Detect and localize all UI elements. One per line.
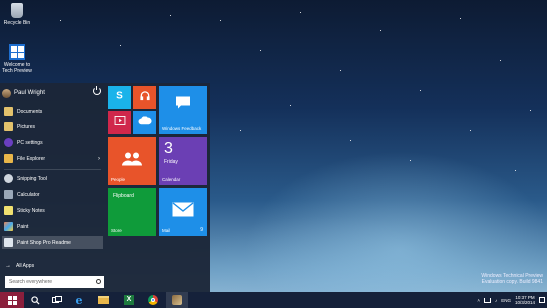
search-icon[interactable] <box>96 279 101 284</box>
desktop-icon-label: Welcome to Tech Preview <box>2 62 32 74</box>
scissors-icon <box>4 174 13 183</box>
menu-item-label: Calculator <box>17 191 40 198</box>
tile-people[interactable]: People <box>108 137 156 185</box>
tile-onedrive[interactable] <box>133 111 156 134</box>
paint-palette-icon <box>4 222 13 231</box>
headphones-icon <box>139 90 150 102</box>
video-icon <box>114 116 125 126</box>
envelope-icon <box>172 202 194 218</box>
start-menu-left-column: Paul Wright Documents Pictures PC settin… <box>0 83 105 292</box>
search-placeholder: Search everywhere <box>9 279 53 285</box>
cloud-icon <box>138 116 152 126</box>
file-explorer-icon <box>4 154 13 163</box>
action-center-icon[interactable] <box>539 297 545 303</box>
start-menu: Paul Wright Documents Pictures PC settin… <box>0 83 210 292</box>
menu-item-paint[interactable]: Paint <box>2 220 103 233</box>
tile-mail[interactable]: Mail 9 <box>159 188 207 236</box>
task-view-button[interactable] <box>46 292 68 308</box>
avatar <box>2 88 11 98</box>
menu-item-label: Paint Shop Pro Readme <box>17 239 71 246</box>
taskbar-chrome[interactable] <box>142 292 164 308</box>
search-icon <box>30 295 40 305</box>
tile-video[interactable] <box>108 111 131 134</box>
paint-shop-pro-icon <box>172 295 182 305</box>
recycle-bin-icon <box>11 3 23 18</box>
tile-label: Calendar <box>162 177 181 182</box>
welcome-desktop-icon[interactable]: Welcome to Tech Preview <box>0 44 34 74</box>
windows-logo-icon <box>9 44 25 60</box>
internet-explorer-icon: e <box>75 293 83 307</box>
document-icon <box>4 238 13 247</box>
clock-date: 10/3/2014 <box>514 300 535 305</box>
network-icon[interactable] <box>483 297 491 303</box>
tile-label: People <box>111 177 126 182</box>
taskbar-internet-explorer[interactable]: e <box>68 292 90 308</box>
language-indicator[interactable]: ENG <box>501 298 511 303</box>
power-icon[interactable] <box>93 86 101 95</box>
system-tray: ˄ ♪ ENG 10:37 PM 10/3/2014 <box>473 292 545 308</box>
menu-item-label: File Explorer <box>17 155 46 162</box>
menu-item-label: PC settings <box>17 139 43 146</box>
sticky-note-icon <box>4 206 13 215</box>
excel-icon: X <box>124 295 134 305</box>
all-apps-label: All Apps <box>16 263 35 269</box>
folder-icon <box>4 107 13 116</box>
task-view-icon <box>52 296 62 303</box>
menu-item-sticky-notes[interactable]: Sticky Notes <box>2 204 103 217</box>
menu-item-paint-shop-pro-readme[interactable]: Paint Shop Pro Readme <box>2 236 103 249</box>
chevron-right-icon[interactable]: › <box>98 156 100 162</box>
desktop-icon-label: Recycle Bin <box>3 20 31 26</box>
tile-label: Mail <box>162 228 171 233</box>
watermark-line-2: Evaluation copy. Build 9841 <box>481 279 543 285</box>
tile-windows-feedback[interactable]: Windows Feedback <box>159 86 207 134</box>
search-input[interactable]: Search everywhere <box>5 276 104 288</box>
arrow-right-icon: → <box>5 263 11 269</box>
folder-icon <box>4 122 13 131</box>
menu-item-label: Documents <box>17 108 43 115</box>
tile-calendar[interactable]: 3 Friday Calendar <box>159 137 207 185</box>
menu-item-snipping-tool[interactable]: Snipping Tool <box>2 172 103 185</box>
menu-item-label: Pictures <box>17 123 36 130</box>
all-apps-button[interactable]: → All Apps <box>2 261 103 271</box>
chrome-icon <box>148 295 158 305</box>
recycle-bin-desktop-icon[interactable]: Recycle Bin <box>0 3 34 26</box>
folder-icon <box>97 296 109 304</box>
user-name: Paul Wright <box>14 90 45 96</box>
calendar-day-name: Friday <box>164 159 178 165</box>
menu-item-label: Snipping Tool <box>17 175 47 182</box>
calendar-date-number: 3 <box>164 140 173 157</box>
taskbar: e X ˄ ♪ ENG 10:37 PM 10/3/2014 <box>0 292 547 308</box>
menu-item-documents[interactable]: Documents <box>2 105 103 118</box>
taskbar-file-explorer[interactable] <box>92 292 114 308</box>
people-icon <box>122 151 142 166</box>
evaluation-watermark: Windows Technical Preview Evaluation cop… <box>481 273 543 285</box>
menu-item-pictures[interactable]: Pictures <box>2 120 103 133</box>
clock[interactable]: 10:37 PM 10/3/2014 <box>515 295 535 305</box>
feedback-icon <box>175 95 191 110</box>
menu-item-label: Paint <box>17 223 29 230</box>
tile-skype[interactable]: S <box>108 86 131 109</box>
taskbar-excel[interactable]: X <box>118 292 140 308</box>
windows-logo-icon <box>7 295 17 305</box>
user-account[interactable]: Paul Wright <box>2 86 103 100</box>
volume-icon[interactable]: ♪ <box>495 298 497 303</box>
menu-item-pc-settings[interactable]: PC settings <box>2 136 103 149</box>
tile-flipboard-label: Flipboard <box>113 193 134 199</box>
taskbar-paint-shop-pro[interactable] <box>166 292 188 308</box>
menu-item-file-explorer[interactable]: File Explorer › <box>2 152 103 165</box>
tile-music[interactable] <box>133 86 156 109</box>
tile-store[interactable]: Flipboard Store <box>108 188 156 236</box>
mail-unread-count: 9 <box>200 227 203 233</box>
menu-item-calculator[interactable]: Calculator <box>2 188 103 201</box>
taskbar-search-button[interactable] <box>24 292 46 308</box>
calculator-icon <box>4 190 13 199</box>
start-button[interactable] <box>0 292 24 308</box>
divider <box>4 169 101 170</box>
tray-chevron-up-icon[interactable]: ˄ <box>477 298 480 303</box>
menu-item-label: Sticky Notes <box>17 207 45 214</box>
tile-label: Windows Feedback <box>162 126 202 131</box>
skype-icon: S <box>116 90 123 102</box>
tile-label: Store <box>111 228 122 233</box>
gear-icon <box>4 138 13 147</box>
